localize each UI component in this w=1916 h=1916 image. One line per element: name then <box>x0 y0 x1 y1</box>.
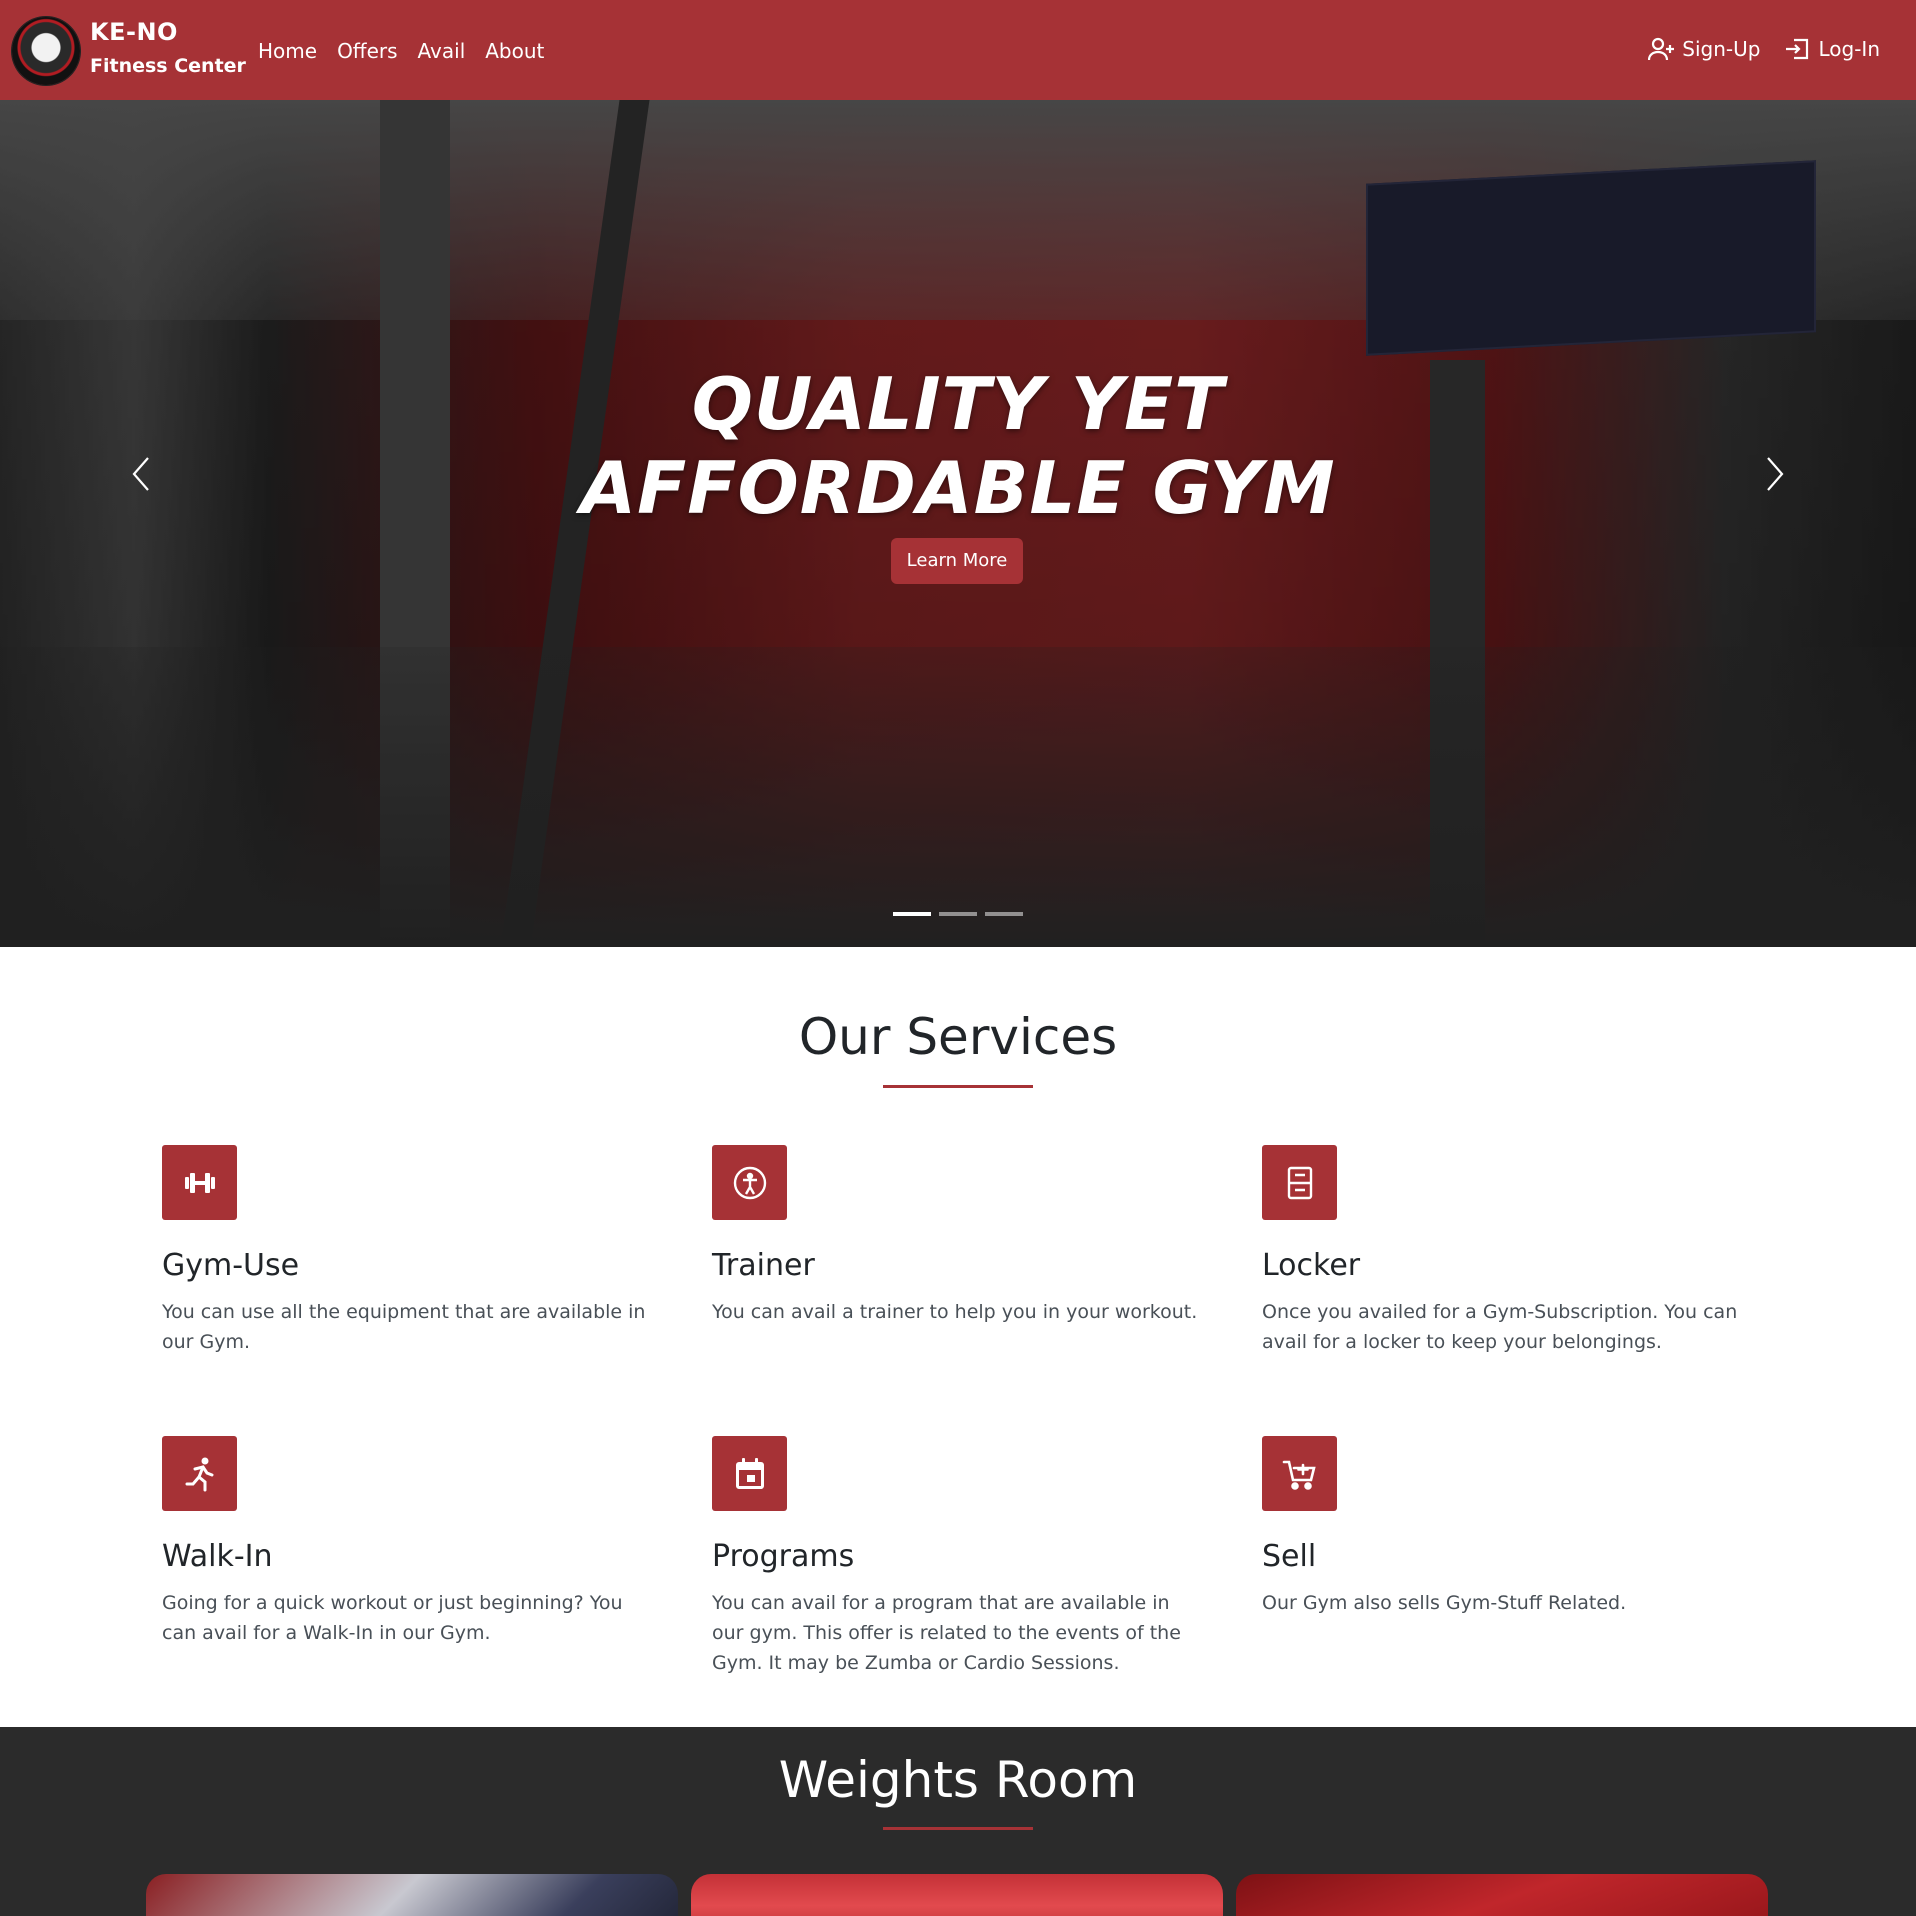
dumbbell-icon <box>184 1172 215 1193</box>
signup-button[interactable]: Sign-Up <box>1648 36 1760 62</box>
nav-links: Home Offers Avail About <box>258 39 544 63</box>
weights-room-section: Weights Room <box>0 1727 1916 1916</box>
carousel-indicators <box>893 912 1023 916</box>
carousel-prev-button[interactable] <box>120 452 164 496</box>
carousel-next-button[interactable] <box>1752 452 1796 496</box>
hero-headline-line2: AFFORDABLE GYM <box>580 446 1336 530</box>
service-name-trainer: Trainer <box>712 1248 815 1283</box>
service-name-walk-in: Walk-In <box>162 1539 273 1574</box>
login-icon <box>1786 38 1809 60</box>
weights-room-photo-3[interactable] <box>1236 1874 1768 1916</box>
hero-headline-line1: QUALITY YET <box>691 362 1225 446</box>
person-circle-icon <box>733 1166 766 1199</box>
carousel-indicator-1[interactable] <box>893 912 931 916</box>
nav-link-about[interactable]: About <box>485 39 544 63</box>
service-icon-programs <box>712 1436 787 1511</box>
service-name-programs: Programs <box>712 1539 855 1574</box>
services-title-underline <box>883 1085 1033 1088</box>
nav-link-offers[interactable]: Offers <box>337 39 397 63</box>
chevron-left-icon <box>132 457 149 491</box>
weights-room-photo-2[interactable] <box>691 1874 1223 1916</box>
cart-add-icon <box>1282 1460 1316 1490</box>
locker-icon <box>1287 1166 1312 1199</box>
chevron-right-icon <box>1767 457 1784 491</box>
login-label: Log-In <box>1818 37 1880 61</box>
nav-link-home[interactable]: Home <box>258 39 317 63</box>
service-desc-programs: You can avail for a program that are ava… <box>712 1592 1181 1674</box>
service-icon-trainer <box>712 1145 787 1220</box>
service-desc-trainer: You can avail a trainer to help you in y… <box>712 1301 1198 1323</box>
service-desc-gym-use: You can use all the equipment that are a… <box>162 1301 646 1353</box>
nav-actions: Sign-Up Log-In <box>1648 36 1880 62</box>
brand-subtitle[interactable]: Fitness Center <box>90 55 246 77</box>
weights-room-title-underline <box>883 1827 1033 1830</box>
person-add-icon <box>1648 37 1675 61</box>
service-icon-sell <box>1262 1436 1337 1511</box>
brand-title[interactable]: KE-NO <box>90 18 178 46</box>
carousel-indicator-2[interactable] <box>939 912 977 916</box>
signup-label: Sign-Up <box>1682 37 1761 61</box>
nav-link-avail[interactable]: Avail <box>418 39 466 63</box>
weights-room-photo-1[interactable] <box>146 1874 678 1916</box>
carousel-indicator-3[interactable] <box>985 912 1023 916</box>
login-button[interactable]: Log-In <box>1784 36 1880 62</box>
service-name-gym-use: Gym-Use <box>162 1248 300 1283</box>
service-desc-walk-in: Going for a quick workout or just beginn… <box>162 1592 623 1644</box>
services-title: Our Services <box>798 1008 1118 1066</box>
learn-more-button[interactable]: Learn More <box>891 538 1023 584</box>
navbar: KE-NO Fitness Center Home Offers Avail A… <box>0 0 1916 100</box>
service-name-locker: Locker <box>1262 1248 1361 1283</box>
service-name-sell: Sell <box>1262 1539 1317 1574</box>
weights-room-title: Weights Room <box>778 1751 1138 1809</box>
service-icon-gym-use <box>162 1145 237 1220</box>
hero-headline: QUALITY YET AFFORDABLE GYM <box>0 362 1916 530</box>
calendar-icon <box>735 1457 764 1489</box>
hero-carousel: QUALITY YET AFFORDABLE GYM Learn More <box>0 100 1916 947</box>
gym-logo-icon[interactable] <box>12 17 80 85</box>
service-icon-locker <box>1262 1145 1337 1220</box>
service-desc-sell: Our Gym also sells Gym-Stuff Related. <box>1262 1592 1627 1614</box>
running-person-icon <box>185 1457 213 1491</box>
service-desc-locker: Once you availed for a Gym-Subscription.… <box>1262 1301 1738 1353</box>
service-icon-walk-in <box>162 1436 237 1511</box>
